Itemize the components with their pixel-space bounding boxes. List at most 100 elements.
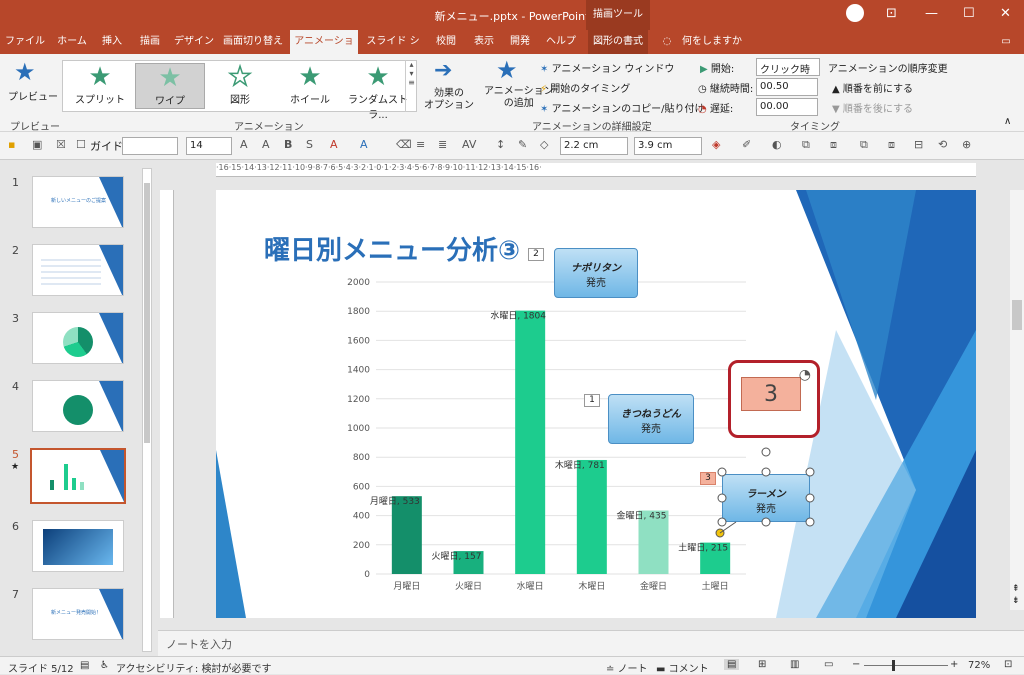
- fit-slide-icon[interactable]: ⊡: [1004, 659, 1012, 670]
- animation-wipe[interactable]: ★ ワイプ: [135, 63, 205, 109]
- tell-me-search[interactable]: 何をしますか: [680, 30, 744, 54]
- increase-font-icon[interactable]: A: [240, 138, 248, 151]
- tab-view[interactable]: 表示: [468, 30, 500, 54]
- tab-help[interactable]: ヘルプ: [540, 30, 582, 54]
- accessibility-icon[interactable]: ♿: [100, 660, 109, 671]
- animation-tag-3[interactable]: 3: [700, 472, 716, 485]
- tab-design[interactable]: デザイン: [172, 30, 216, 54]
- slide-thumb-6[interactable]: [32, 520, 124, 572]
- close-icon[interactable]: ✕: [1000, 6, 1011, 21]
- tab-slideshow[interactable]: スライド ショー: [362, 30, 424, 71]
- char-spacing-icon[interactable]: AV: [462, 138, 476, 151]
- bold-icon[interactable]: B: [284, 138, 292, 151]
- tab-review[interactable]: 校閲: [430, 30, 462, 54]
- effect-options-button[interactable]: 効果の オプション: [424, 88, 474, 112]
- animation-wheel[interactable]: ★ ホイール: [275, 63, 345, 109]
- animation-random-bars[interactable]: ★ ランダムストラ...: [341, 63, 415, 121]
- slide-thumb-3[interactable]: [32, 312, 124, 364]
- direction-icon[interactable]: ↕: [496, 138, 505, 151]
- more-icon[interactable]: ⊕: [962, 138, 971, 151]
- tab-file[interactable]: ファイル: [4, 30, 46, 54]
- duration-input[interactable]: 00.50: [756, 78, 818, 96]
- slide-thumb-4[interactable]: [32, 380, 124, 432]
- animation-tag-2[interactable]: 2: [528, 248, 544, 261]
- slide-canvas[interactable]: 曜日別メニュー分析③ 0 200 400 600 800 1000 1200 1400 1600…: [216, 190, 976, 618]
- shape-icon[interactable]: ▪: [8, 138, 15, 151]
- slide-thumb-7[interactable]: 新メニュー発売開始！: [32, 588, 124, 640]
- zoom-out-icon[interactable]: −: [852, 659, 860, 670]
- group-icon[interactable]: ⧈: [830, 138, 837, 152]
- grid-icon[interactable]: ▣: [32, 138, 42, 151]
- reading-view-icon[interactable]: ▥: [790, 659, 799, 670]
- animation-shape[interactable]: ★ 図形: [205, 62, 275, 109]
- shape-effect-icon[interactable]: ◐: [772, 138, 782, 151]
- align-icon[interactable]: ≡: [416, 138, 425, 151]
- slide-thumb-5[interactable]: [30, 448, 126, 504]
- tab-developer[interactable]: 開発: [504, 30, 536, 54]
- decrease-font-icon[interactable]: A: [262, 138, 270, 151]
- shape-style-icon[interactable]: ◇: [540, 138, 548, 151]
- font-color-icon[interactable]: A: [330, 138, 338, 151]
- collapse-ribbon-icon[interactable]: ∧: [1004, 116, 1011, 127]
- send-backward-icon[interactable]: ⧈: [888, 138, 895, 152]
- slideshow-icon[interactable]: ▭: [824, 659, 833, 670]
- tab-shape-format[interactable]: 図形の書式: [588, 30, 648, 54]
- canvas-scrollbar[interactable]: ⇞ ⇟: [1010, 190, 1024, 610]
- clear-format-icon[interactable]: ⌫: [396, 138, 412, 151]
- ribbon-display-icon[interactable]: ⊡: [886, 6, 897, 21]
- trigger-button[interactable]: ⚡ 開始のタイミング: [540, 80, 630, 95]
- fill-color-icon[interactable]: ◈: [712, 138, 720, 151]
- shadow-icon[interactable]: S: [306, 138, 313, 151]
- comment-icon[interactable]: ▭: [996, 30, 1016, 54]
- arrange-icon[interactable]: ⧉: [802, 138, 810, 152]
- start-select[interactable]: クリック時⌄: [756, 58, 820, 87]
- notes-pane[interactable]: ノートを入力: [158, 630, 1024, 656]
- animation-split[interactable]: ★ スプリット: [65, 63, 135, 109]
- normal-view-icon[interactable]: ▤: [724, 659, 740, 670]
- zoom-level[interactable]: 72%: [968, 660, 990, 671]
- box-icon[interactable]: ☒: [56, 138, 66, 151]
- font-size-select[interactable]: 14: [186, 137, 232, 155]
- animation-tag-1[interactable]: 1: [584, 394, 600, 407]
- zoom-in-icon[interactable]: +: [950, 659, 958, 670]
- accessibility-status[interactable]: アクセシビリティ: 検討が必要です: [116, 660, 271, 675]
- align-text-icon[interactable]: ≣: [438, 138, 447, 151]
- sorter-view-icon[interactable]: ⊞: [758, 659, 766, 670]
- tab-insert[interactable]: 挿入: [96, 30, 128, 54]
- move-earlier-button[interactable]: ▲ 順番を前にする: [832, 80, 913, 95]
- slide-thumb-1[interactable]: 新しいメニューのご提案: [32, 176, 124, 228]
- tab-home[interactable]: ホーム: [54, 30, 90, 54]
- format-painter-icon[interactable]: ✎: [518, 138, 527, 151]
- spellcheck-icon[interactable]: ▤: [80, 660, 89, 671]
- bring-forward-icon[interactable]: ⧉: [860, 138, 868, 152]
- outline-color-icon[interactable]: ✐: [742, 138, 751, 151]
- preview-button[interactable]: プレビュー: [8, 88, 58, 103]
- shape-height-input[interactable]: 3.9 cm: [634, 137, 702, 155]
- thumbnail-scrollbar[interactable]: [142, 168, 152, 652]
- tab-transitions[interactable]: 画面切り替え: [222, 30, 284, 54]
- animation-painter-button[interactable]: ✶ アニメーションのコピー/貼り付け: [540, 100, 705, 115]
- tab-draw[interactable]: 描画: [134, 30, 166, 54]
- maximize-icon[interactable]: ☐: [963, 6, 975, 21]
- callout-ramen[interactable]: ラーメン 発売: [722, 474, 810, 522]
- slide-thumb-2[interactable]: [32, 244, 124, 296]
- next-slide-icon[interactable]: ⇟: [1012, 596, 1020, 606]
- rotate-icon[interactable]: ⟲: [938, 138, 947, 151]
- notes-toggle[interactable]: ≐ ノート: [606, 660, 648, 675]
- align-objects-icon[interactable]: ⊟: [914, 138, 923, 151]
- animation-pane-button[interactable]: ✶ アニメーション ウィンドウ: [540, 60, 674, 75]
- font-name-select[interactable]: [122, 137, 178, 155]
- minimize-icon[interactable]: —: [925, 6, 938, 21]
- callout-napolitan[interactable]: ナポリタン 発売: [554, 248, 638, 298]
- shape-width-input[interactable]: 2.2 cm: [560, 137, 628, 155]
- tab-animations[interactable]: アニメーション: [290, 30, 358, 71]
- prev-slide-icon[interactable]: ⇞: [1012, 584, 1020, 594]
- guide-checkbox[interactable]: ☐: [76, 138, 86, 151]
- account-icon[interactable]: [846, 4, 864, 22]
- gallery-scroll[interactable]: ▴ ▾ ≡: [405, 60, 417, 112]
- callout-kitsune-udon[interactable]: きつねうどん 発売: [608, 394, 694, 444]
- text-effect-icon[interactable]: A: [360, 138, 368, 151]
- zoom-slider[interactable]: [864, 660, 948, 671]
- delay-input[interactable]: 00.00: [756, 98, 818, 116]
- move-later-button[interactable]: ▼ 順番を後にする: [832, 100, 913, 115]
